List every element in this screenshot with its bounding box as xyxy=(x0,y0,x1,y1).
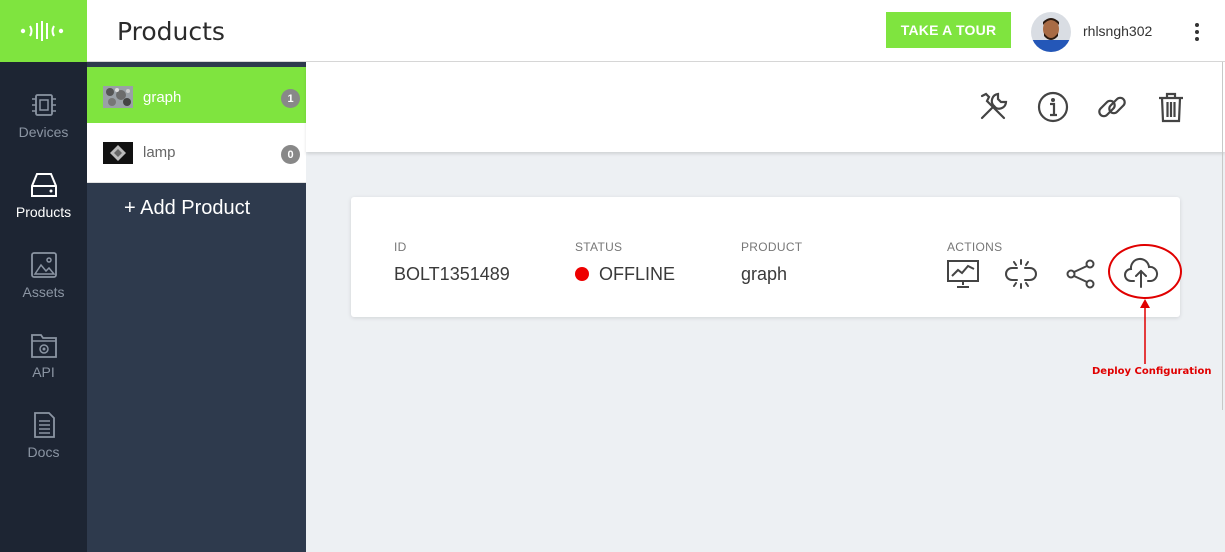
device-product: graph xyxy=(741,264,788,284)
image-icon xyxy=(30,252,57,278)
status-dot xyxy=(575,267,589,281)
top-header: Products TAKE A TOUR rhlsngh302 xyxy=(87,0,1225,62)
device-card: ID BOLT1351489 STATUS OFFLINE PRODUCT gr… xyxy=(351,197,1180,317)
chip-icon xyxy=(31,94,56,116)
annotation-arrow xyxy=(1140,299,1150,364)
trash-icon[interactable] xyxy=(1154,90,1188,124)
username[interactable]: rhlsngh302 xyxy=(1083,23,1152,39)
product-name: lamp xyxy=(143,144,176,161)
sidebar-nav: Devices Products Assets API Docs xyxy=(0,62,87,552)
product-name: graph xyxy=(143,88,182,106)
device-id: BOLT1351489 xyxy=(394,264,510,284)
device-count-badge: 0 xyxy=(281,145,300,164)
gear-folder-icon xyxy=(30,334,57,358)
sidebar-item-devices[interactable]: Devices xyxy=(0,90,87,160)
info-icon[interactable] xyxy=(1036,90,1070,124)
sidebar-item-assets[interactable]: Assets xyxy=(0,250,87,320)
take-a-tour-button[interactable]: TAKE A TOUR xyxy=(886,12,1011,48)
add-product-button[interactable]: + Add Product xyxy=(124,197,250,220)
sidebar-item-products[interactable]: Products xyxy=(0,170,87,240)
product-header: PRODUCT xyxy=(741,240,803,254)
tools-icon[interactable] xyxy=(976,90,1010,124)
status-text: OFFLINE xyxy=(599,264,676,284)
sidebar-item-label: Products xyxy=(15,204,72,220)
more-options-icon[interactable] xyxy=(1187,20,1207,44)
scroll-edge xyxy=(1222,62,1223,410)
annotation-label: Deploy Configuration xyxy=(1092,366,1212,377)
product-list-panel: graph 1 lamp 0 + Add Product xyxy=(87,62,306,552)
annotation-circle xyxy=(1108,244,1182,299)
product-item-lamp[interactable]: lamp 0 xyxy=(87,123,306,183)
main-content: ID BOLT1351489 STATUS OFFLINE PRODUCT gr… xyxy=(306,62,1225,552)
sidebar-item-label: API xyxy=(32,364,55,380)
soundwave-logo-icon xyxy=(20,21,63,41)
product-thumbnail xyxy=(103,86,133,108)
app-logo[interactable] xyxy=(0,0,87,62)
status-header: STATUS xyxy=(575,240,623,254)
sidebar-item-label: Docs xyxy=(27,444,60,460)
product-toolbar xyxy=(306,62,1225,152)
link-icon[interactable] xyxy=(1095,90,1129,124)
product-thumbnail xyxy=(103,141,133,164)
actions-header: ACTIONS xyxy=(947,240,1003,254)
sidebar-item-docs[interactable]: Docs xyxy=(0,410,87,480)
sidebar-item-label: Devices xyxy=(18,124,69,140)
unlink-icon[interactable] xyxy=(1003,257,1039,291)
sidebar-item-api[interactable]: API xyxy=(0,330,87,400)
share-icon[interactable] xyxy=(1063,257,1099,291)
sidebar-item-label: Assets xyxy=(22,284,65,300)
chart-icon[interactable] xyxy=(945,257,981,291)
device-count-badge: 1 xyxy=(281,89,300,108)
drive-icon xyxy=(30,173,57,197)
product-item-graph[interactable]: graph 1 xyxy=(87,67,306,127)
device-status: OFFLINE xyxy=(575,264,675,285)
avatar[interactable] xyxy=(1031,12,1071,52)
document-icon xyxy=(33,412,55,438)
page-title: Products xyxy=(117,17,225,46)
id-header: ID xyxy=(394,240,407,254)
